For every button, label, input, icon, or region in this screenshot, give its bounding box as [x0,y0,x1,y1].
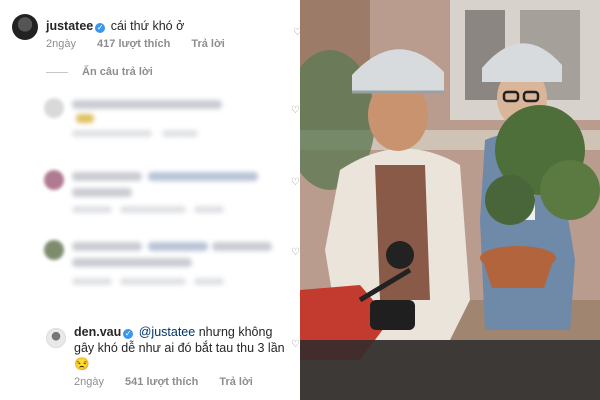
blurred-meta [162,130,198,137]
comment-meta: 2ngày 417 lượt thích Trả lời [46,38,243,50]
photo [300,0,600,400]
comment-justatee: justatee ✓ cái thứ khó ở 2ngày 417 lượt t… [12,14,300,54]
heart-icon[interactable]: ♡ [291,106,300,116]
comment-time[interactable]: 2ngày [74,376,104,388]
verified-badge-icon: ✓ [95,23,106,33]
comment-body: justatee ✓ cái thứ khó ở [46,18,284,34]
comments-panel: justatee ✓ cái thứ khó ở 2ngày 417 lượt t… [0,0,300,400]
scooter-photo [300,0,600,400]
comment-likes[interactable]: 541 lượt thích [125,376,198,388]
hide-replies-button[interactable]: Ẩn câu trả lời [46,66,153,78]
avatar [44,170,64,190]
reply-button[interactable]: Trả lời [191,38,225,50]
blurred-meta [194,278,224,285]
avatar[interactable] [46,328,66,348]
blurred-text [72,258,192,267]
avatar[interactable] [12,14,38,40]
heart-icon[interactable]: ♡ [293,28,300,38]
blurred-text [212,242,272,251]
comment-meta: 2ngày 541 lượt thích Trả lời [74,376,271,388]
blurred-meta [194,206,224,213]
comment-likes[interactable]: 417 lượt thích [97,38,170,50]
blurred-text [72,242,142,251]
comment-body: den.vau ✓ @justatee nhưng không gây khó d… [74,324,286,372]
reply-button[interactable]: Trả lời [219,376,253,388]
blurred-text [72,172,142,181]
blurred-reply: ♡ [44,168,300,218]
blurred-text [148,172,258,181]
avatar [44,98,64,118]
blurred-meta [72,130,152,137]
heart-icon[interactable]: ♡ [291,178,300,188]
comment-username[interactable]: justatee [46,19,93,33]
divider [46,71,68,73]
blurred-reply: ♡ [44,96,300,146]
blurred-meta [72,206,112,213]
blurred-meta [120,206,186,213]
blurred-text [72,100,222,109]
heart-icon[interactable]: ♡ [291,248,300,258]
verified-badge-icon: ✓ [123,329,134,339]
blurred-meta [120,278,186,285]
comment-text: cái thứ khó ở [110,19,185,33]
comment-time[interactable]: 2ngày [46,38,76,50]
avatar [44,240,64,260]
blurred-text [72,188,132,197]
mention-link[interactable]: @justatee [139,325,195,339]
comment-username[interactable]: den.vau [74,325,121,339]
heart-icon[interactable]: ♡ [291,340,300,350]
hide-replies-label: Ẩn câu trả lời [82,66,153,78]
blurred-text [148,242,208,251]
blurred-reply: ♡ [44,238,300,294]
blurred-meta [72,278,112,285]
comment-den-vau: den.vau ✓ @justatee nhưng không gây khó d… [46,322,300,392]
blurred-emoji [76,114,94,123]
